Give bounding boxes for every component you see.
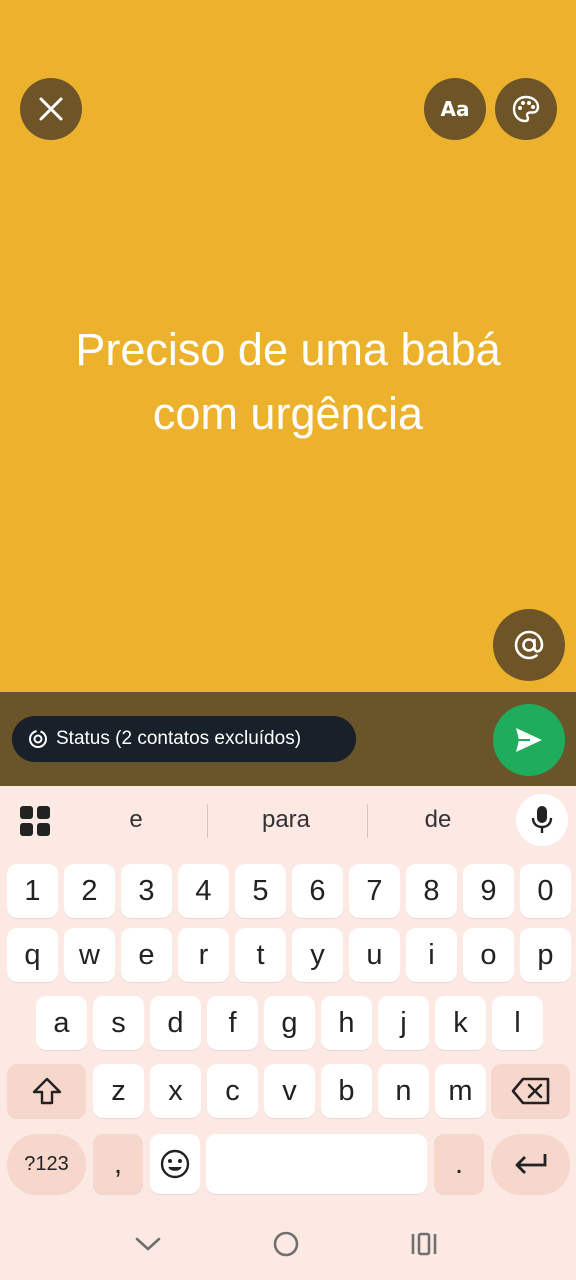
emoji-icon: [160, 1149, 190, 1179]
status-ring-icon: [29, 730, 47, 748]
key-q[interactable]: q: [7, 928, 58, 982]
key-k[interactable]: k: [435, 996, 486, 1050]
symbols-key[interactable]: ?123: [7, 1134, 86, 1194]
soft-keyboard: e para de 1 2 3 4 5 6 7 8 9 0 q w e r t …: [0, 786, 576, 1206]
key-u[interactable]: u: [349, 928, 400, 982]
key-5[interactable]: 5: [235, 864, 286, 918]
key-g[interactable]: g: [264, 996, 315, 1050]
recent-apps-icon: [411, 1232, 437, 1256]
key-j[interactable]: j: [378, 996, 429, 1050]
enter-key[interactable]: [491, 1134, 570, 1194]
font-style-label: Aa: [440, 97, 470, 121]
key-x[interactable]: x: [150, 1064, 201, 1118]
space-key[interactable]: [206, 1134, 427, 1194]
key-v[interactable]: v: [264, 1064, 315, 1118]
suggestion-1[interactable]: e: [76, 800, 196, 840]
nav-home-button[interactable]: [266, 1224, 306, 1264]
nav-back-button[interactable]: [128, 1224, 168, 1264]
key-8[interactable]: 8: [406, 864, 457, 918]
suggestion-3[interactable]: de: [378, 800, 498, 840]
key-6[interactable]: 6: [292, 864, 343, 918]
suggestion-divider: [207, 804, 208, 838]
nav-recents-button[interactable]: [404, 1224, 444, 1264]
key-e[interactable]: e: [121, 928, 172, 982]
at-sign-icon: [514, 630, 544, 660]
period-key[interactable]: .: [434, 1134, 484, 1194]
key-r[interactable]: r: [178, 928, 229, 982]
close-button[interactable]: [20, 78, 82, 140]
key-3[interactable]: 3: [121, 864, 172, 918]
audience-label: Status (2 contatos excluídos): [56, 728, 302, 749]
shift-icon: [32, 1077, 61, 1105]
key-p[interactable]: p: [520, 928, 571, 982]
audience-selector[interactable]: Status (2 contatos excluídos): [12, 716, 356, 762]
key-z[interactable]: z: [93, 1064, 144, 1118]
status-composer[interactable]: Aa Preciso de uma babá com urgência: [0, 0, 576, 692]
key-f[interactable]: f: [207, 996, 258, 1050]
suggestion-strip: e para de: [0, 786, 576, 852]
key-t[interactable]: t: [235, 928, 286, 982]
key-0[interactable]: 0: [520, 864, 571, 918]
voice-input-button[interactable]: [516, 794, 568, 846]
backspace-key[interactable]: [491, 1064, 570, 1118]
key-1[interactable]: 1: [7, 864, 58, 918]
apps-grid-icon[interactable]: [20, 806, 50, 836]
close-icon: [39, 97, 63, 121]
palette-icon: [512, 95, 540, 123]
key-l[interactable]: l: [492, 996, 543, 1050]
emoji-key[interactable]: [150, 1134, 200, 1194]
comma-key[interactable]: ,: [93, 1134, 143, 1194]
key-7[interactable]: 7: [349, 864, 400, 918]
key-4[interactable]: 4: [178, 864, 229, 918]
mention-button[interactable]: [493, 609, 565, 681]
key-b[interactable]: b: [321, 1064, 372, 1118]
send-button[interactable]: [493, 704, 565, 776]
key-9[interactable]: 9: [463, 864, 514, 918]
key-2[interactable]: 2: [64, 864, 115, 918]
color-palette-button[interactable]: [495, 78, 557, 140]
key-w[interactable]: w: [64, 928, 115, 982]
key-c[interactable]: c: [207, 1064, 258, 1118]
status-text[interactable]: Preciso de uma babá com urgência: [0, 318, 576, 446]
suggestion-2[interactable]: para: [226, 800, 346, 840]
key-o[interactable]: o: [463, 928, 514, 982]
back-chevron-icon: [135, 1237, 161, 1251]
enter-icon: [515, 1154, 546, 1174]
shift-key[interactable]: [7, 1064, 86, 1118]
key-d[interactable]: d: [150, 996, 201, 1050]
key-m[interactable]: m: [435, 1064, 486, 1118]
key-y[interactable]: y: [292, 928, 343, 982]
key-s[interactable]: s: [93, 996, 144, 1050]
send-icon: [516, 728, 542, 752]
suggestion-divider: [367, 804, 368, 838]
microphone-icon: [531, 806, 553, 833]
backspace-icon: [511, 1077, 549, 1105]
key-a[interactable]: a: [36, 996, 87, 1050]
home-circle-icon: [273, 1231, 299, 1257]
font-style-button[interactable]: Aa: [424, 78, 486, 140]
key-i[interactable]: i: [406, 928, 457, 982]
key-h[interactable]: h: [321, 996, 372, 1050]
system-navigation-bar: [0, 1206, 576, 1280]
key-n[interactable]: n: [378, 1064, 429, 1118]
